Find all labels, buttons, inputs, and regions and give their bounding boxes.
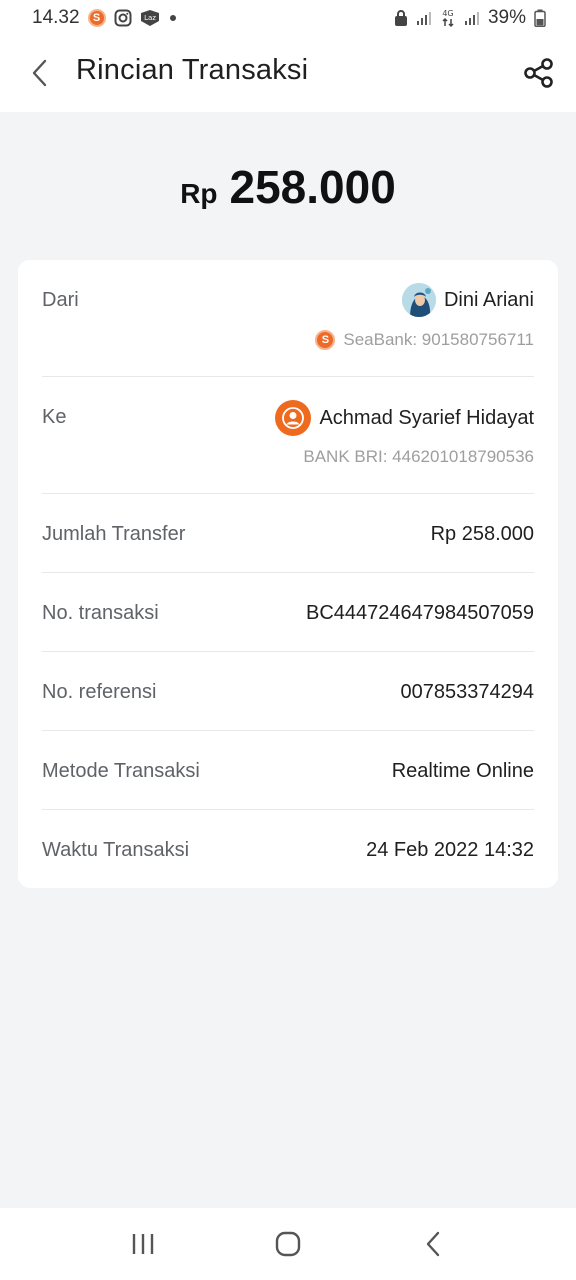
recipient-label: Ke	[42, 406, 67, 428]
row-transaction-number: No. transaksi BC444724647984507059	[42, 573, 534, 652]
row-label: Metode Transaksi	[42, 760, 200, 782]
row-value: Realtime Online	[391, 760, 534, 782]
dot-icon	[168, 13, 178, 23]
row-transaction-time: Waktu Transaksi 24 Feb 2022 14:32	[42, 810, 534, 888]
row-label: Jumlah Transfer	[42, 523, 186, 545]
recipient-account-line: BANK BRI: 446201018790536	[303, 447, 534, 467]
sender-name: Dini Ariani	[443, 288, 534, 311]
recent-apps-button[interactable]	[113, 1219, 173, 1269]
row-value: 24 Feb 2022 14:32	[366, 839, 534, 861]
app-header: Rincian Transaksi	[0, 36, 576, 112]
network-type-label: 4G	[442, 9, 453, 18]
row-label: Waktu Transaksi	[42, 839, 190, 861]
signal-icon	[464, 10, 480, 26]
instagram-icon	[114, 9, 132, 27]
back-button[interactable]	[26, 58, 52, 88]
sender-name-line: Dini Ariani	[401, 283, 534, 317]
share-icon	[524, 58, 553, 88]
recipient-name: Achmad Syarief Hidayat	[319, 406, 534, 429]
nav-back-button[interactable]	[403, 1219, 463, 1269]
row-value: Rp 258.000	[430, 523, 534, 545]
signal-icon	[416, 10, 432, 26]
recent-apps-icon	[132, 1234, 153, 1254]
seabank-icon: S	[315, 330, 336, 350]
amount-value: 258.000	[229, 161, 396, 213]
battery-icon	[534, 9, 546, 27]
row-value: 007853374294	[400, 681, 534, 703]
amount-currency: Rp	[180, 178, 218, 209]
status-time: 14.32	[32, 7, 80, 28]
default-user-avatar	[275, 400, 312, 436]
row-reference-number: No. referensi 007853374294	[42, 652, 534, 731]
row-recipient: Ke Achmad Syarief Hidayat BANK BRI: 4462…	[42, 377, 534, 494]
chevron-left-icon	[32, 59, 47, 87]
page-title: Rincian Transaksi	[76, 54, 309, 86]
status-bar: 14.32 S Laz 4G 39%	[0, 0, 576, 36]
sender-account-line: S SeaBank: 901580756711	[315, 330, 534, 350]
row-sender: Dari Dini Ariani S SeaBank: 901580756711	[42, 260, 534, 377]
seabank-icon: S	[87, 9, 106, 27]
signal-4g-icon: 4G	[440, 8, 456, 28]
status-right: 4G 39%	[394, 7, 546, 29]
row-value: BC444724647984507059	[306, 602, 534, 624]
row-transaction-method: Metode Transaksi Realtime Online	[42, 731, 534, 810]
back-icon	[427, 1231, 440, 1257]
recipient-account: BANK BRI: 446201018790536	[303, 447, 534, 466]
sender-label: Dari	[42, 289, 79, 311]
recipient-name-line: Achmad Syarief Hidayat	[275, 400, 534, 436]
transaction-amount: Rp 258.000	[0, 160, 576, 214]
transaction-detail-card: Dari Dini Ariani S SeaBank: 901580756711…	[18, 260, 558, 888]
svg-text:Laz: Laz	[144, 14, 156, 22]
share-button[interactable]	[522, 56, 556, 90]
battery-percentage: 39%	[487, 7, 526, 28]
sender-account: SeaBank: 901580756711	[343, 330, 534, 349]
lock-icon	[394, 9, 408, 27]
row-label: No. transaksi	[42, 602, 159, 624]
user-photo-avatar	[401, 283, 436, 317]
system-nav-bar	[0, 1208, 576, 1280]
home-button[interactable]	[258, 1219, 318, 1269]
home-icon	[275, 1231, 301, 1257]
row-label: No. referensi	[42, 681, 157, 703]
lazada-icon: Laz	[140, 9, 160, 27]
row-transfer-amount: Jumlah Transfer Rp 258.000	[42, 494, 534, 573]
status-left: 14.32 S Laz	[32, 7, 178, 29]
